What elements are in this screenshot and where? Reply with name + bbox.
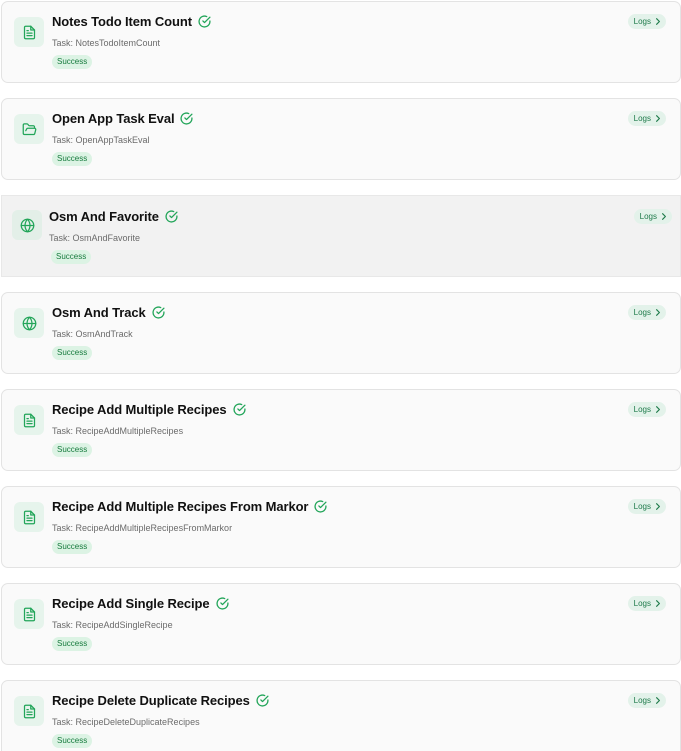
task-id: Task: NotesTodoItemCount bbox=[52, 38, 161, 48]
logs-button[interactable]: Logs bbox=[627, 305, 666, 320]
file-text-icon bbox=[14, 405, 44, 435]
status-badge: Success bbox=[52, 734, 93, 748]
task-card[interactable]: Notes Todo Item Count Task: NotesTodoIte… bbox=[1, 1, 681, 83]
logs-button-label: Logs bbox=[633, 599, 651, 608]
task-title: Recipe Add Multiple Recipes bbox=[52, 402, 227, 417]
task-title: Recipe Delete Duplicate Recipes bbox=[52, 693, 250, 708]
globe-icon bbox=[12, 210, 42, 240]
task-card[interactable]: Osm And Favorite Task: OsmAndFavorite Su… bbox=[1, 195, 681, 277]
check-circle-icon bbox=[180, 112, 194, 125]
logs-button-label: Logs bbox=[633, 114, 651, 123]
logs-button[interactable]: Logs bbox=[627, 596, 666, 611]
globe-icon bbox=[14, 308, 44, 338]
task-id: Task: RecipeDeleteDuplicateRecipes bbox=[52, 717, 200, 727]
task-results-list: Notes Todo Item Count Task: NotesTodoIte… bbox=[0, 0, 681, 751]
status-badge: Success bbox=[52, 637, 93, 651]
status-badge: Success bbox=[52, 55, 93, 69]
folder-open-icon bbox=[14, 114, 44, 144]
check-circle-icon bbox=[165, 210, 178, 223]
task-card[interactable]: Open App Task Eval Task: OpenAppTaskEval… bbox=[1, 98, 681, 180]
task-id: Task: RecipeAddSingleRecipe bbox=[52, 620, 173, 630]
task-title: Osm And Track bbox=[52, 305, 146, 320]
chevron-right-icon bbox=[656, 115, 660, 122]
logs-button-label: Logs bbox=[633, 17, 651, 26]
task-title: Open App Task Eval bbox=[52, 111, 175, 126]
status-badge: Success bbox=[52, 152, 93, 166]
logs-button-label: Logs bbox=[633, 405, 651, 414]
logs-button[interactable]: Logs bbox=[627, 14, 666, 29]
task-id: Task: OsmAndFavorite bbox=[49, 233, 141, 243]
status-badge: Success bbox=[52, 346, 93, 360]
chevron-right-icon bbox=[656, 697, 660, 704]
status-badge: Success bbox=[52, 443, 93, 457]
logs-button[interactable]: Logs bbox=[633, 209, 672, 224]
file-text-icon bbox=[14, 696, 44, 726]
file-text-icon bbox=[14, 599, 44, 629]
logs-button[interactable]: Logs bbox=[627, 499, 666, 514]
file-text-icon bbox=[14, 502, 44, 532]
logs-button-label: Logs bbox=[633, 696, 651, 705]
task-title: Recipe Add Single Recipe bbox=[52, 596, 210, 611]
chevron-right-icon bbox=[656, 309, 660, 316]
status-badge: Success bbox=[52, 540, 93, 554]
chevron-right-icon bbox=[656, 18, 660, 25]
task-card[interactable]: Recipe Delete Duplicate Recipes Task: Re… bbox=[1, 680, 681, 751]
status-badge: Success bbox=[51, 250, 92, 264]
logs-button[interactable]: Logs bbox=[627, 693, 666, 708]
task-card[interactable]: Recipe Add Single Recipe Task: RecipeAdd… bbox=[1, 583, 681, 665]
task-id: Task: RecipeAddMultipleRecipes bbox=[52, 426, 184, 436]
logs-button-label: Logs bbox=[633, 308, 651, 317]
task-card[interactable]: Recipe Add Multiple Recipes Task: Recipe… bbox=[1, 389, 681, 471]
chevron-right-icon bbox=[656, 503, 660, 510]
file-text-icon bbox=[14, 17, 44, 47]
task-card[interactable]: Recipe Add Multiple Recipes From Markor … bbox=[1, 486, 681, 568]
logs-button-label: Logs bbox=[639, 212, 657, 221]
task-title: Osm And Favorite bbox=[49, 209, 159, 224]
chevron-right-icon bbox=[656, 600, 660, 607]
logs-button[interactable]: Logs bbox=[627, 402, 666, 417]
check-circle-icon bbox=[314, 500, 327, 513]
task-title: Recipe Add Multiple Recipes From Markor bbox=[52, 499, 309, 514]
check-circle-icon bbox=[198, 15, 211, 28]
check-circle-icon bbox=[232, 403, 246, 416]
task-id: Task: OpenAppTaskEval bbox=[52, 135, 150, 145]
logs-button-label: Logs bbox=[633, 502, 651, 511]
check-circle-icon bbox=[215, 597, 229, 610]
check-circle-icon bbox=[256, 694, 269, 707]
task-card[interactable]: Osm And Track Task: OsmAndTrack Success … bbox=[1, 292, 681, 374]
task-id: Task: OsmAndTrack bbox=[52, 329, 133, 339]
chevron-right-icon bbox=[656, 406, 660, 413]
chevron-right-icon bbox=[662, 213, 666, 220]
task-title: Notes Todo Item Count bbox=[52, 14, 192, 29]
task-id: Task: RecipeAddMultipleRecipesFromMarkor bbox=[52, 523, 233, 533]
logs-button[interactable]: Logs bbox=[627, 111, 666, 126]
check-circle-icon bbox=[152, 306, 165, 319]
